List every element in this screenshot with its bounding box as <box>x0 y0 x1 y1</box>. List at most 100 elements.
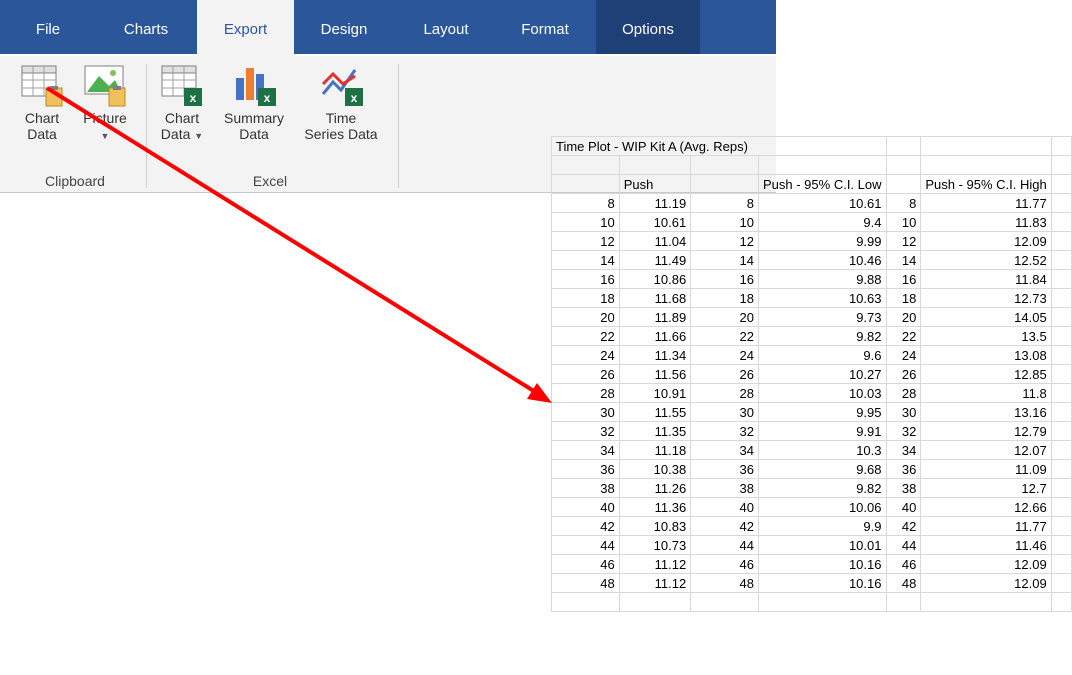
table-cell[interactable] <box>920 592 1052 612</box>
table-cell[interactable]: 10.83 <box>618 516 692 536</box>
table-cell[interactable]: 9.73 <box>758 307 887 327</box>
table-cell[interactable]: 46 <box>690 554 759 574</box>
table-cell[interactable]: 22 <box>690 326 759 346</box>
table-cell[interactable] <box>551 174 620 194</box>
table-cell[interactable]: 14 <box>885 250 922 270</box>
table-cell[interactable]: 20 <box>885 307 922 327</box>
table-cell[interactable]: 13.08 <box>920 345 1052 365</box>
table-cell[interactable]: 44 <box>690 535 759 555</box>
table-cell[interactable]: 11.55 <box>618 402 692 422</box>
table-cell[interactable]: 26 <box>690 364 759 384</box>
table-cell[interactable]: 12 <box>551 231 620 251</box>
tab-file[interactable]: File <box>18 0 78 54</box>
table-cell[interactable]: 13.5 <box>920 326 1052 346</box>
table-cell[interactable]: 36 <box>885 459 922 479</box>
tab-layout[interactable]: Layout <box>398 0 494 54</box>
excel-chart-data-button[interactable]: x Chart Data ▼ <box>152 62 212 144</box>
table-cell[interactable]: 14.05 <box>920 307 1052 327</box>
clipboard-picture-button[interactable]: Picture ▼ <box>70 62 140 144</box>
table-cell[interactable] <box>690 155 759 175</box>
table-cell[interactable] <box>1050 554 1072 574</box>
table-cell[interactable] <box>1050 535 1072 555</box>
tab-export[interactable]: Export <box>197 0 294 58</box>
table-cell[interactable]: 48 <box>885 573 922 593</box>
table-cell[interactable]: 8 <box>690 193 759 213</box>
table-cell[interactable]: 10.46 <box>758 250 887 270</box>
table-cell[interactable]: 18 <box>551 288 620 308</box>
table-cell[interactable] <box>758 136 887 156</box>
table-cell[interactable]: 26 <box>885 364 922 384</box>
table-cell[interactable]: 9.82 <box>758 326 887 346</box>
table-cell[interactable]: 44 <box>551 535 620 555</box>
tab-options[interactable]: Options <box>596 0 700 54</box>
table-cell[interactable]: 11.8 <box>920 383 1052 403</box>
tab-format[interactable]: Format <box>500 0 590 54</box>
table-cell[interactable] <box>551 155 620 175</box>
table-cell[interactable]: 22 <box>885 326 922 346</box>
table-cell[interactable]: 9.82 <box>758 478 887 498</box>
table-cell[interactable]: 11.66 <box>618 326 692 346</box>
table-cell[interactable]: 10.3 <box>758 440 887 460</box>
table-cell[interactable] <box>690 174 759 194</box>
table-cell[interactable] <box>1050 383 1072 403</box>
table-cell[interactable] <box>618 155 692 175</box>
table-cell[interactable]: 10.61 <box>758 193 887 213</box>
table-cell[interactable]: 11.83 <box>920 212 1052 232</box>
table-cell[interactable] <box>885 592 922 612</box>
table-cell[interactable]: 9.88 <box>758 269 887 289</box>
table-cell[interactable]: 9.99 <box>758 231 887 251</box>
table-cell[interactable]: 10.38 <box>618 459 692 479</box>
table-cell[interactable]: 28 <box>885 383 922 403</box>
table-cell[interactable]: 11.36 <box>618 497 692 517</box>
table-cell[interactable]: 10 <box>885 212 922 232</box>
table-cell[interactable] <box>1050 478 1072 498</box>
excel-time-series-button[interactable]: x Time Series Data <box>296 62 386 142</box>
table-cell[interactable]: 9.6 <box>758 345 887 365</box>
table-cell[interactable] <box>1050 421 1072 441</box>
table-cell[interactable] <box>920 136 1052 156</box>
table-cell[interactable] <box>1050 440 1072 460</box>
table-cell[interactable]: 26 <box>551 364 620 384</box>
table-cell[interactable]: 16 <box>885 269 922 289</box>
table-cell[interactable] <box>1050 326 1072 346</box>
table-cell[interactable]: 22 <box>551 326 620 346</box>
table-cell[interactable] <box>1050 269 1072 289</box>
column-header[interactable]: Push - 95% C.I. Low <box>758 174 887 194</box>
table-cell[interactable]: 12.09 <box>920 554 1052 574</box>
table-cell[interactable]: 11.46 <box>920 535 1052 555</box>
table-cell[interactable]: 12.73 <box>920 288 1052 308</box>
table-cell[interactable] <box>1050 516 1072 536</box>
table-cell[interactable]: 11.18 <box>618 440 692 460</box>
table-cell[interactable]: 34 <box>885 440 922 460</box>
column-header[interactable]: Push <box>618 174 692 194</box>
table-cell[interactable]: 11.04 <box>618 231 692 251</box>
table-cell[interactable]: 20 <box>690 307 759 327</box>
table-cell[interactable] <box>885 174 922 194</box>
table-cell[interactable]: 38 <box>885 478 922 498</box>
table-cell[interactable] <box>1050 345 1072 365</box>
table-cell[interactable]: 11.09 <box>920 459 1052 479</box>
tab-charts[interactable]: Charts <box>104 0 188 54</box>
table-cell[interactable]: 10.16 <box>758 554 887 574</box>
table-cell[interactable]: 34 <box>690 440 759 460</box>
table-cell[interactable] <box>920 155 1052 175</box>
table-cell[interactable]: 10.06 <box>758 497 887 517</box>
table-cell[interactable]: 14 <box>551 250 620 270</box>
table-cell[interactable]: 11.49 <box>618 250 692 270</box>
column-header[interactable]: Push - 95% C.I. High <box>920 174 1052 194</box>
table-cell[interactable]: 20 <box>551 307 620 327</box>
table-cell[interactable]: 36 <box>551 459 620 479</box>
table-cell[interactable]: 10.63 <box>758 288 887 308</box>
table-cell[interactable]: 38 <box>690 478 759 498</box>
table-cell[interactable]: 11.19 <box>618 193 692 213</box>
table-cell[interactable]: 32 <box>551 421 620 441</box>
table-cell[interactable]: 28 <box>551 383 620 403</box>
table-cell[interactable] <box>1050 174 1072 194</box>
table-cell[interactable] <box>758 592 887 612</box>
table-cell[interactable]: 12.09 <box>920 231 1052 251</box>
table-cell[interactable]: 11.26 <box>618 478 692 498</box>
table-cell[interactable] <box>1050 402 1072 422</box>
table-cell[interactable]: 48 <box>690 573 759 593</box>
table-cell[interactable]: 10 <box>551 212 620 232</box>
table-cell[interactable] <box>1050 497 1072 517</box>
